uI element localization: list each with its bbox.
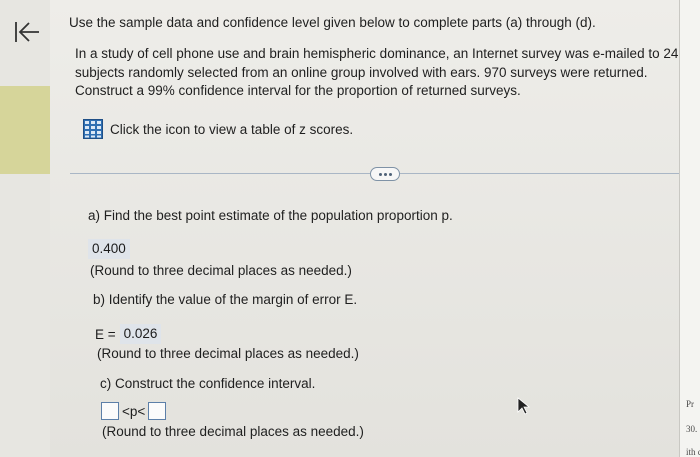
problem-text-line-2: subjects randomly selected from an onlin…	[75, 65, 648, 80]
problem-text-line-1: In a study of cell phone use and brain h…	[75, 46, 694, 61]
ellipsis-icon	[383, 172, 387, 176]
part-a-question: a) Find the best point estimate of the p…	[88, 208, 453, 223]
instructions-text: Use the sample data and confidence level…	[69, 15, 596, 30]
expand-more-button[interactable]	[370, 167, 400, 181]
table-grid-icon[interactable]	[83, 119, 103, 139]
collapse-left-arrow-icon[interactable]	[13, 18, 41, 46]
part-a-answer-field[interactable]: 0.400	[88, 239, 130, 259]
part-b-question: b) Identify the value of the margin of e…	[93, 292, 358, 307]
part-b-answer-field[interactable]: 0.026	[119, 324, 162, 344]
part-b-answer-row: E = 0.026	[95, 324, 162, 344]
left-rail	[0, 0, 50, 457]
adjacent-window-edge: Pr 30. ith c	[679, 0, 700, 457]
ellipsis-icon	[388, 172, 392, 176]
rail-accent-bar	[0, 86, 50, 174]
part-c-question: c) Construct the confidence interval.	[100, 376, 316, 391]
question-panel: Use the sample data and confidence level…	[50, 0, 700, 457]
ellipsis-icon	[378, 172, 382, 176]
mouse-cursor-icon	[517, 397, 531, 415]
edge-text: ith c	[686, 447, 700, 457]
part-c-rounding-note: (Round to three decimal places as needed…	[102, 424, 364, 439]
z-table-link[interactable]: Click the icon to view a table of z scor…	[83, 119, 353, 139]
margin-of-error-label: E =	[95, 326, 116, 342]
upper-bound-input[interactable]	[148, 402, 167, 420]
edge-text: 30.	[686, 424, 698, 434]
edge-text: Pr	[686, 399, 695, 409]
part-a-rounding-note: (Round to three decimal places as needed…	[90, 263, 352, 278]
interval-symbol: <p<	[122, 403, 146, 419]
z-table-link-label[interactable]: Click the icon to view a table of z scor…	[110, 122, 353, 137]
part-b-rounding-note: (Round to three decimal places as needed…	[97, 346, 359, 361]
problem-text-line-3: Construct a 99% confidence interval for …	[75, 83, 521, 98]
confidence-interval-row: <p<	[101, 402, 167, 420]
lower-bound-input[interactable]	[101, 402, 119, 420]
